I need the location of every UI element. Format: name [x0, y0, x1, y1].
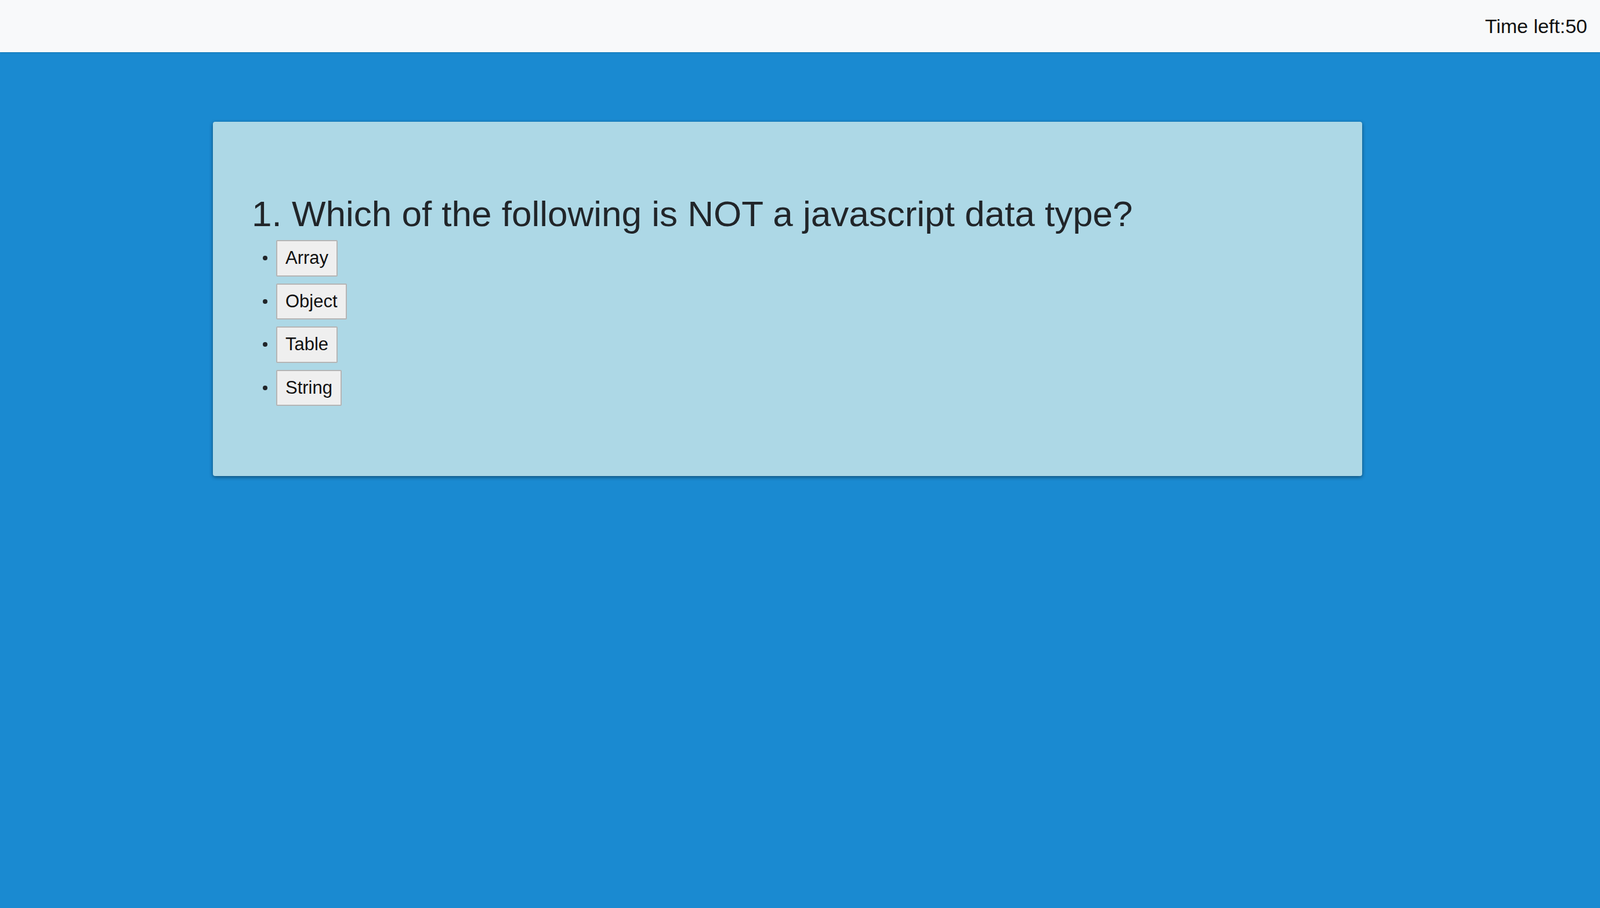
option-item: Table	[276, 326, 1339, 364]
option-item: String	[276, 370, 1339, 407]
option-button[interactable]: Object	[276, 283, 347, 321]
quiz-page: Time left:50 1. Which of the following is…	[0, 0, 1600, 908]
option-item: Object	[276, 283, 1339, 321]
options-list: Array Object Table String	[251, 240, 1339, 407]
timer: Time left:50	[1485, 11, 1588, 42]
question-title: 1. Which of the following is NOT a javas…	[251, 192, 1339, 236]
question-card: 1. Which of the following is NOT a javas…	[212, 121, 1363, 477]
option-item: Array	[276, 240, 1339, 277]
option-button[interactable]: String	[276, 370, 342, 407]
top-bar: Time left:50	[0, 0, 1600, 53]
quiz-background: 1. Which of the following is NOT a javas…	[0, 52, 1600, 908]
option-button[interactable]: Array	[276, 240, 338, 277]
option-button[interactable]: Table	[276, 326, 338, 364]
